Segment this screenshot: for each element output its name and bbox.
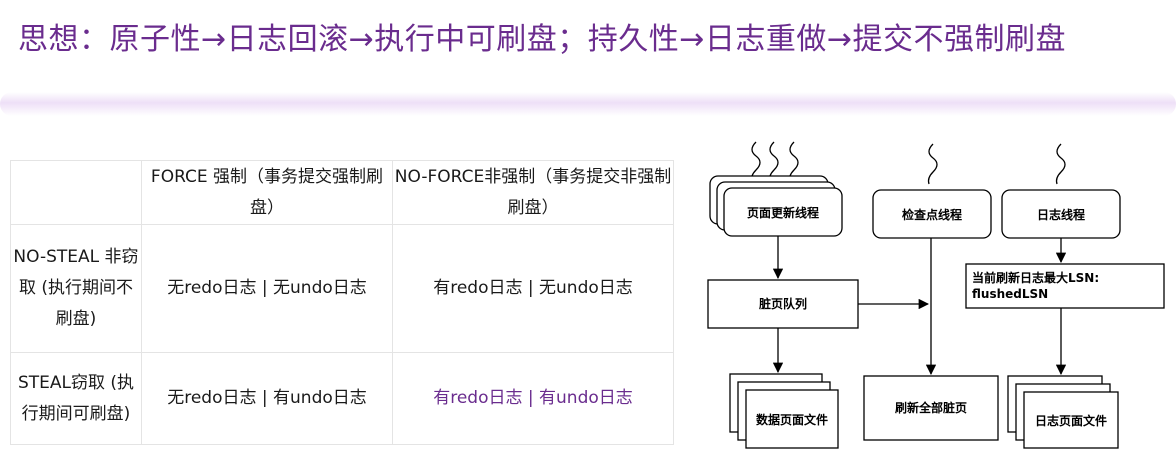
data-page-file-label: 数据页面文件 [756, 412, 828, 427]
row-label-steal: STEAL窃取 (执行期间可刷盘) [10, 352, 142, 445]
log-thread-label: 日志线程 [1037, 207, 1085, 222]
cell-steal-noforce: 有redo日志 | 有undo日志 [392, 352, 674, 445]
thread-squiggle-icon [927, 143, 938, 185]
log-page-file-label: 日志页面文件 [1035, 413, 1107, 428]
cell-steal-force: 无redo日志 | 有undo日志 [141, 352, 393, 445]
table-corner-cell [10, 160, 142, 225]
table-row: NO-STEAL 非窃取 (执行期间不刷盘) 无redo日志 | 无undo日志… [10, 224, 674, 353]
flushed-lsn-label-line2: flushedLSN [972, 287, 1048, 301]
table-row: STEAL窃取 (执行期间可刷盘) 无redo日志 | 有undo日志 有red… [10, 352, 674, 445]
checkpoint-thread-label: 检查点线程 [902, 207, 962, 222]
thread-squiggle-icon [1055, 143, 1066, 185]
row-label-nosteal: NO-STEAL 非窃取 (执行期间不刷盘) [10, 224, 142, 353]
force-steal-table: FORCE 强制（事务提交强制刷盘） NO-FORCE非强制（事务提交非强制刷盘… [10, 160, 674, 445]
flushed-lsn-label-line1: 当前刷新日志最大LSN: [972, 270, 1099, 285]
cell-nosteal-noforce: 有redo日志 | 无undo日志 [392, 224, 674, 353]
dirty-page-queue-label: 脏页队列 [759, 296, 807, 311]
page-title: 思想：原子性→日志回滚→执行中可刷盘；持久性→日志重做→提交不强制刷盘 [18, 22, 1067, 57]
header-force: FORCE 强制（事务提交强制刷盘） [141, 160, 393, 225]
header-noforce: NO-FORCE非强制（事务提交非强制刷盘） [392, 160, 674, 225]
cell-nosteal-force: 无redo日志 | 无undo日志 [141, 224, 393, 353]
table-header-row: FORCE 强制（事务提交强制刷盘） NO-FORCE非强制（事务提交非强制刷盘… [10, 160, 674, 225]
page-update-thread-label: 页面更新线程 [747, 205, 819, 220]
decorative-glow-band [0, 92, 1176, 116]
flush-all-dirty-label: 刷新全部脏页 [895, 400, 967, 415]
thread-diagram: 页面更新线程 检查点线程 日志线程 脏页队列 当前刷新日志最大LSN: flus… [707, 141, 1165, 449]
